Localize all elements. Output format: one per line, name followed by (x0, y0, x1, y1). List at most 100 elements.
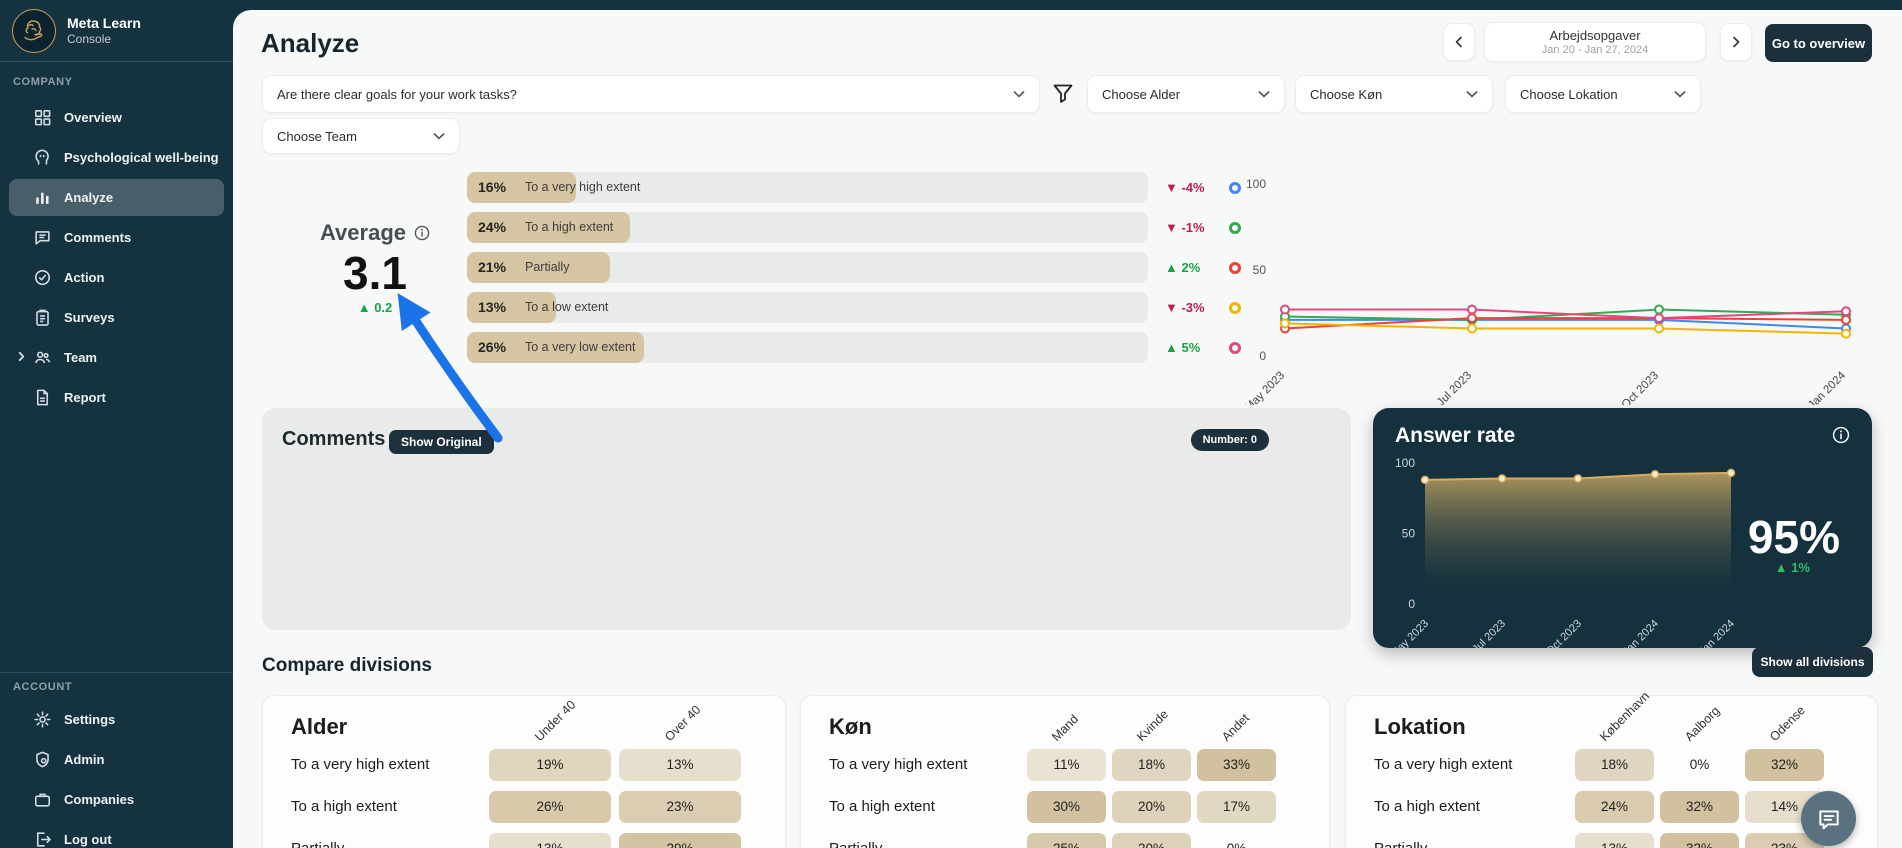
compare-card-title: Alder (291, 714, 347, 740)
chevron-down-icon (1013, 90, 1025, 98)
period-range: Jan 20 - Jan 27, 2024 (1542, 44, 1648, 56)
compare-column-header: Over 40 (662, 703, 703, 744)
sidebar-item-settings[interactable]: Settings (9, 701, 224, 738)
chevron-down-icon (1466, 90, 1478, 98)
sidebar-item-admin[interactable]: Admin (9, 741, 224, 778)
info-icon[interactable] (1832, 426, 1850, 444)
kon-filter-select[interactable]: Choose Køn (1295, 75, 1493, 113)
lokation-filter-select[interactable]: Choose Lokation (1505, 75, 1701, 113)
answer-rate-point (1575, 475, 1582, 482)
show-all-divisions-button[interactable]: Show all divisions (1752, 647, 1873, 677)
sidebar-item-surveys[interactable]: Surveys (9, 299, 224, 336)
bar-delta: ▼ -4% (1165, 180, 1219, 195)
period-prev-button[interactable] (1443, 23, 1475, 61)
sidebar-item-analyze[interactable]: Analyze (9, 179, 224, 216)
bar-delta: ▲ 5% (1165, 340, 1219, 355)
answer-rate-area (1425, 473, 1731, 592)
sidebar-divider (0, 672, 233, 673)
sidebar-item-label: Psychological well-being (64, 150, 219, 165)
compare-cell: 13% (619, 749, 741, 781)
compare-card-title: Køn (829, 714, 872, 740)
info-icon[interactable] (414, 225, 430, 241)
app-root: Meta Learn Console COMPANY Overview Psyc… (0, 0, 1902, 848)
trend-data-point (1468, 324, 1476, 332)
bar-answer-label: To a high extent (525, 212, 613, 243)
average-value: 3.1 (295, 246, 455, 300)
comments-title: Comments (282, 428, 385, 451)
period-next-button[interactable] (1720, 23, 1752, 61)
answer-rate-xtick: May 2023 (1388, 618, 1431, 648)
compare-cell: 32% (1745, 749, 1824, 781)
trend-data-point (1655, 306, 1663, 314)
alder-filter-select[interactable]: Choose Alder (1087, 75, 1285, 113)
trend-data-point (1468, 314, 1476, 322)
chevron-right-icon (16, 351, 27, 362)
compare-column-header: Andet (1219, 711, 1252, 744)
sidebar-item-logout[interactable]: Log out (9, 821, 224, 848)
bar-track: 26% To a very low extent (467, 332, 1148, 363)
bar-percent: 21% (478, 252, 506, 283)
compare-row-label: To a very high extent (829, 749, 967, 781)
answer-rate-delta: ▲ 1% (1775, 560, 1810, 575)
sidebar-item-report[interactable]: Report (9, 379, 224, 416)
sidebar-item-label: Report (64, 390, 106, 405)
team-filter-select[interactable]: Choose Team (262, 118, 460, 154)
distribution-row: 21%Partially▲ 2% (467, 252, 1287, 283)
sidebar-item-action[interactable]: Action (9, 259, 224, 296)
average-label: Average (320, 220, 406, 246)
sidebar-item-label: Settings (64, 712, 115, 727)
bar-percent: 26% (478, 332, 506, 363)
answer-rate-value: 95% (1748, 510, 1840, 564)
trend-xtick: May 2023 (1243, 370, 1287, 405)
answer-rate-point (1728, 469, 1735, 476)
go-to-overview-button[interactable]: Go to overview (1765, 24, 1872, 62)
chat-fab-button[interactable] (1801, 791, 1856, 846)
compare-cell: 11% (1027, 749, 1106, 781)
page-title: Analyze (261, 28, 359, 59)
chevron-down-icon (433, 132, 445, 140)
sidebar-item-overview[interactable]: Overview (9, 99, 224, 136)
gear-icon (33, 710, 52, 729)
sidebar-item-companies[interactable]: Companies (9, 781, 224, 818)
comments-number-badge: Number: 0 (1191, 429, 1269, 451)
compare-row-label: Partially (829, 833, 882, 848)
bar-track: 21%Partially (467, 252, 1148, 283)
bar-track: 13%To a low extent (467, 292, 1148, 323)
compare-column-header: Mand (1049, 712, 1081, 744)
compare-card-køn: Køn Mand Kvinde Andet To a very high extent 1… (800, 695, 1330, 848)
period-selector[interactable]: Arbejdsopgaver Jan 20 - Jan 27, 2024 (1484, 22, 1706, 62)
sidebar-item-label: Admin (64, 752, 104, 767)
sidebar-item-comments[interactable]: Comments (9, 219, 224, 256)
compare-cell: 18% (1575, 749, 1654, 781)
compare-cell: 13% (1575, 833, 1654, 848)
question-select[interactable]: Are there clear goals for your work task… (262, 75, 1040, 113)
compare-cell: 0% (1197, 833, 1276, 848)
answer-rate-xtick: Jul 2023 (1470, 618, 1508, 648)
sidebar-nav-company: Overview Psychological well-being Analyz… (0, 96, 233, 419)
compare-row-label: To a high extent (291, 791, 397, 823)
filter-button[interactable] (1051, 81, 1077, 107)
sidebar-section-account: ACCOUNT (13, 681, 72, 693)
brand-name: Meta Learn (67, 15, 141, 32)
compare-cell: 17% (1197, 791, 1276, 823)
show-original-button[interactable]: Show Original (389, 430, 494, 454)
answer-rate-chart: 100500May 2023Jul 2023Oct 2023Jan 2024Ja… (1385, 452, 1765, 648)
bar-answer-label: To a low extent (525, 292, 608, 323)
chevron-right-icon (1730, 36, 1742, 48)
alder-filter-value: Choose Alder (1102, 87, 1180, 102)
sidebar-item-wellbeing[interactable]: Psychological well-being (9, 139, 224, 176)
distribution-row: 13%To a low extent▼ -3% (467, 292, 1287, 323)
sidebar-item-label: Log out (64, 832, 112, 847)
trend-data-point (1842, 307, 1850, 315)
trend-xtick: Jan 2024 (1806, 369, 1848, 405)
sidebar-item-team[interactable]: Team (9, 339, 224, 376)
sidebar-item-label: Surveys (64, 310, 115, 325)
compare-row-label: To a very high extent (1374, 749, 1512, 781)
clipboard-icon (33, 308, 52, 327)
trend-data-point (1468, 306, 1476, 314)
team-icon (33, 348, 52, 367)
compare-column-header: Kvinde (1134, 707, 1171, 744)
trend-data-point (1655, 314, 1663, 322)
bar-answer-label: To a very low extent (525, 332, 635, 363)
compare-cell: 0% (1660, 749, 1739, 781)
